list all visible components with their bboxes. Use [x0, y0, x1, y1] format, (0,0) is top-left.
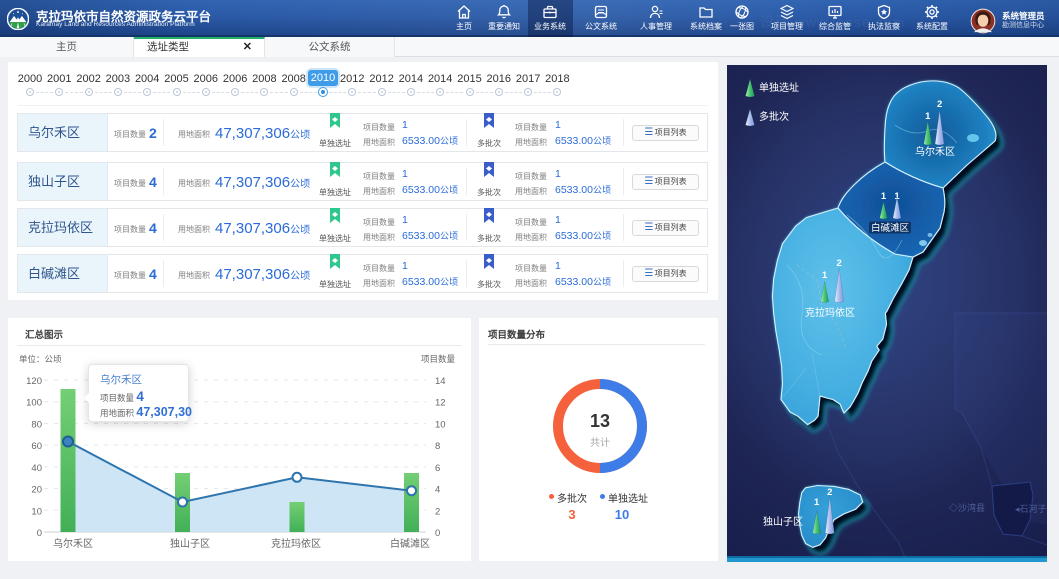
- svg-text:2: 2: [435, 506, 440, 517]
- svg-text:白碱滩区: 白碱滩区: [871, 222, 910, 234]
- svg-text:20: 20: [31, 485, 42, 496]
- svg-text:1: 1: [925, 111, 931, 122]
- svg-text:2: 2: [937, 99, 942, 110]
- svg-text:白碱滩区: 白碱滩区: [390, 537, 430, 550]
- svg-text:120: 120: [26, 376, 42, 387]
- svg-text:单独选址: 单独选址: [759, 81, 799, 94]
- svg-text:乌尔禾区: 乌尔禾区: [53, 537, 93, 550]
- svg-text:10: 10: [435, 419, 446, 430]
- svg-text:克拉玛依区: 克拉玛依区: [805, 306, 855, 319]
- svg-text:2: 2: [827, 487, 832, 498]
- svg-text:6: 6: [435, 463, 440, 474]
- svg-text:60: 60: [31, 441, 42, 452]
- svg-text:40: 40: [31, 463, 42, 474]
- svg-text:8: 8: [435, 441, 440, 452]
- svg-text:14: 14: [435, 376, 446, 387]
- svg-text:2: 2: [837, 258, 842, 269]
- svg-text:◇沙湾县: ◇沙湾县: [949, 502, 985, 513]
- svg-text:100: 100: [26, 398, 42, 409]
- svg-text:1: 1: [881, 191, 887, 202]
- svg-text:10: 10: [31, 506, 42, 517]
- svg-text:多批次: 多批次: [759, 110, 789, 123]
- svg-text:4: 4: [435, 485, 440, 496]
- svg-text:0: 0: [435, 528, 440, 539]
- svg-text:◂石河子: ◂石河子: [1015, 503, 1047, 514]
- svg-text:0: 0: [37, 528, 42, 539]
- svg-text:1: 1: [814, 497, 820, 508]
- svg-text:独山子区: 独山子区: [763, 515, 803, 528]
- svg-text:12: 12: [435, 398, 446, 409]
- svg-text:乌尔禾区: 乌尔禾区: [915, 145, 955, 158]
- svg-text:克拉玛依区: 克拉玛依区: [271, 537, 321, 550]
- svg-text:独山子区: 独山子区: [170, 537, 210, 550]
- svg-text:1: 1: [822, 270, 828, 281]
- svg-text:80: 80: [31, 419, 42, 430]
